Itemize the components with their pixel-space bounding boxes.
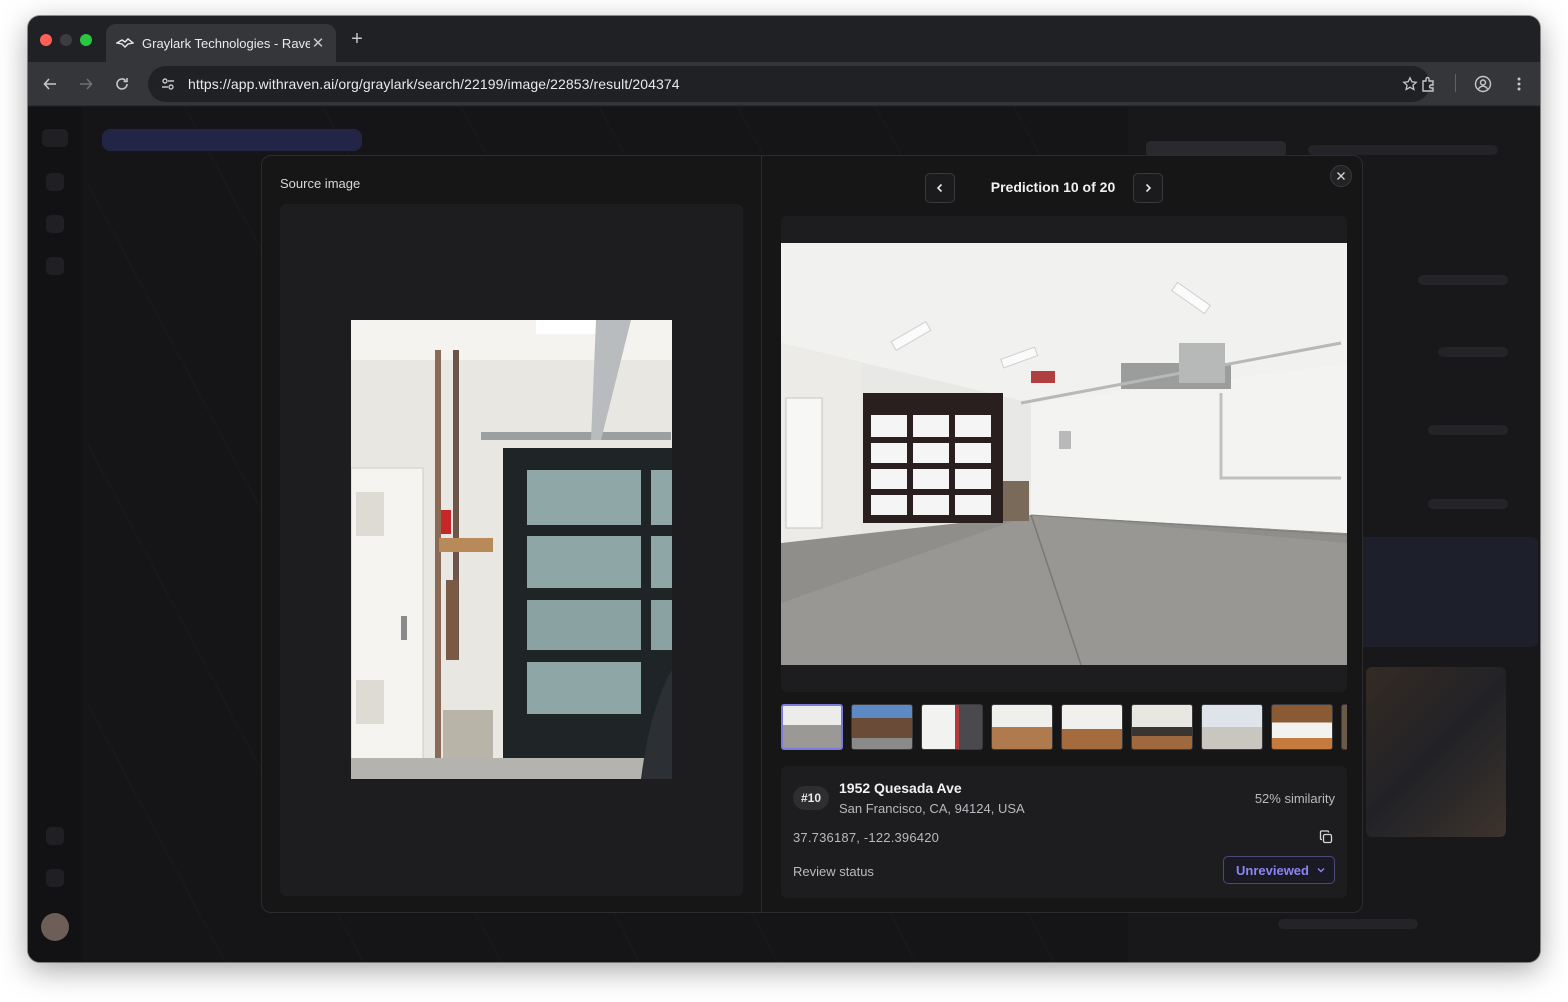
review-status-select[interactable]: Unreviewed — [1223, 856, 1335, 884]
browser-window: Graylark Technologies - Rave ✕ + https:/… — [28, 16, 1540, 962]
raven-logo-icon — [116, 36, 134, 50]
close-icon — [1337, 172, 1345, 180]
forward-icon[interactable] — [74, 72, 98, 96]
background-placeholder — [1428, 499, 1508, 509]
address-bar[interactable]: https://app.withraven.ai/org/graylark/se… — [148, 66, 1430, 102]
thumbnail[interactable] — [1271, 704, 1333, 750]
chevron-down-icon — [1317, 868, 1325, 873]
url-text[interactable]: https://app.withraven.ai/org/graylark/se… — [188, 76, 1390, 92]
address-line: 1952 Quesada Ave — [839, 780, 962, 796]
background-card — [1358, 537, 1538, 647]
avatar — [41, 913, 69, 941]
copy-icon[interactable] — [1317, 828, 1335, 846]
new-tab-button[interactable]: + — [346, 28, 368, 50]
sidebar-nav-icon — [46, 215, 64, 233]
browser-toolbar: https://app.withraven.ai/org/graylark/se… — [28, 62, 1540, 106]
tab-close-icon[interactable]: ✕ — [310, 34, 326, 52]
chevron-left-icon — [936, 183, 943, 193]
minimize-window-button[interactable] — [60, 34, 72, 46]
prediction-image-frame — [781, 216, 1347, 692]
sidebar-nav-icon — [46, 173, 64, 191]
background-placeholder — [1428, 425, 1508, 435]
thumbnail[interactable] — [1061, 704, 1123, 750]
tab-title: Graylark Technologies - Rave — [142, 35, 310, 51]
thumbnail-strip — [781, 704, 1347, 752]
source-image-label: Source image — [280, 176, 361, 191]
prediction-details-card: #10 1952 Quesada Ave San Francisco, CA, … — [781, 766, 1347, 898]
sidebar-nav-icon — [46, 257, 64, 275]
background-search-chip — [102, 129, 362, 151]
prediction-pane: Prediction 10 of 20 #10 1952 Quesada Ave… — [763, 156, 1362, 912]
maximize-window-button[interactable] — [80, 34, 92, 46]
review-status-label: Review status — [793, 864, 874, 879]
previous-prediction-button[interactable] — [925, 173, 955, 203]
prediction-image[interactable] — [781, 243, 1347, 665]
source-image[interactable] — [351, 320, 672, 779]
background-placeholder — [1418, 275, 1508, 285]
sidebar-logo-icon — [42, 129, 68, 147]
extensions-icon[interactable] — [1417, 72, 1441, 96]
background-thumbnail — [1366, 667, 1506, 837]
coordinates: 37.736187, -122.396420 — [793, 830, 940, 845]
chevron-right-icon — [1145, 183, 1152, 193]
background-placeholder — [1438, 347, 1508, 357]
thumbnail[interactable] — [991, 704, 1053, 750]
review-status-value: Unreviewed — [1236, 862, 1309, 878]
thumbnail[interactable] — [1131, 704, 1193, 750]
rank-badge: #10 — [793, 786, 829, 810]
city-line: San Francisco, CA, 94124, USA — [839, 801, 1025, 816]
close-window-button[interactable] — [40, 34, 52, 46]
tune-icon[interactable] — [148, 76, 188, 92]
back-icon[interactable] — [38, 72, 62, 96]
source-image-frame — [280, 204, 743, 896]
thumbnail[interactable] — [1201, 704, 1263, 750]
prediction-counter: Prediction 10 of 20 — [990, 179, 1116, 195]
prediction-modal: Source image Prediction 10 of 20 #10 195… — [261, 155, 1363, 913]
thumbnail[interactable] — [1341, 704, 1347, 750]
next-prediction-button[interactable] — [1133, 173, 1163, 203]
background-placeholder — [1278, 919, 1418, 929]
profile-icon[interactable] — [1471, 72, 1495, 96]
sidebar-nav-icon — [46, 827, 64, 845]
browser-tab[interactable]: Graylark Technologies - Rave ✕ — [106, 24, 336, 62]
app-page: Source image Prediction 10 of 20 #10 195… — [28, 107, 1540, 962]
background-placeholder — [1308, 145, 1498, 155]
more-icon[interactable] — [1507, 72, 1531, 96]
thumbnail[interactable] — [851, 704, 913, 750]
reload-icon[interactable] — [110, 72, 134, 96]
prediction-navigation: Prediction 10 of 20 — [763, 173, 1362, 205]
similarity-score: 52% similarity — [1254, 791, 1335, 806]
tab-strip: Graylark Technologies - Rave ✕ + — [28, 16, 1540, 62]
thumbnail[interactable] — [921, 704, 983, 750]
source-pane: Source image — [262, 156, 762, 912]
toolbar-divider — [1455, 74, 1456, 92]
thumbnail[interactable] — [781, 704, 843, 750]
close-modal-button[interactable] — [1330, 165, 1352, 187]
sidebar-nav-icon — [46, 869, 64, 887]
app-sidebar — [28, 107, 82, 962]
